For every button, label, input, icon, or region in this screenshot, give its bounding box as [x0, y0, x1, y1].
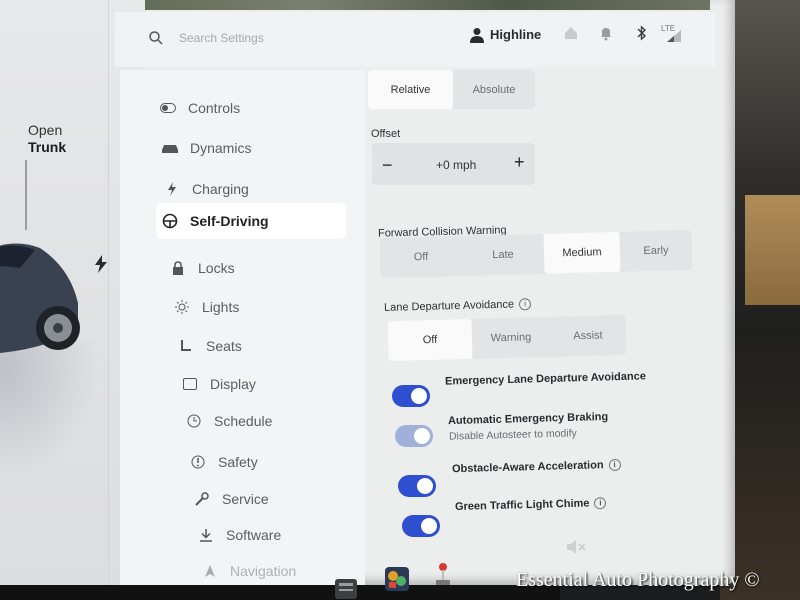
sidebar-item-lights[interactable]: Lights	[168, 290, 368, 324]
emergency-lane-departure-toggle[interactable]	[392, 385, 430, 407]
info-icon[interactable]: i	[594, 497, 607, 510]
fcw-medium[interactable]: Medium	[543, 231, 621, 274]
green-light-chime-label-wrapper: Green Traffic Light Chime i	[455, 497, 607, 513]
joystick-app-icon[interactable]	[434, 562, 452, 586]
info-icon[interactable]: i	[608, 458, 621, 472]
offset-increase-button[interactable]: +	[514, 152, 525, 173]
calculator-app-icon[interactable]	[334, 578, 358, 600]
speed-mode-selector: Relative Absolute	[368, 70, 535, 109]
sidebar-item-label: Charging	[192, 181, 249, 197]
car-icon	[156, 142, 184, 154]
obstacle-aware-acceleration-toggle[interactable]	[398, 475, 436, 497]
download-icon	[192, 528, 220, 542]
sidebar-item-self-driving[interactable]: Self-Driving	[156, 203, 346, 239]
profile-icon[interactable]	[470, 27, 484, 43]
offset-value: +0 mph	[436, 158, 477, 172]
photographer-watermark: Essential Auto Photography ©	[516, 569, 760, 591]
automatic-emergency-braking-label: Automatic Emergency Braking	[447, 410, 609, 428]
lda-label-wrapper: Lane Departure Avoidance i	[383, 298, 532, 314]
sidebar-item-label: Controls	[188, 100, 241, 116]
touchscreen: Open Trunk Search Settings Highline LTE	[0, 0, 735, 585]
sidebar-item-dynamics[interactable]: Dynamics	[156, 131, 356, 165]
sidebar-item-safety[interactable]: Safety	[184, 445, 384, 479]
car-panel-divider	[108, 0, 109, 585]
lock-icon	[164, 261, 192, 275]
fcw-off[interactable]: Off	[380, 236, 463, 278]
obstacle-aware-acceleration-label-wrapper: Obstacle-Aware Acceleration i	[451, 458, 621, 476]
info-icon[interactable]: i	[518, 298, 532, 311]
toybox-app-icon[interactable]	[384, 566, 410, 592]
toggle-icon	[154, 103, 182, 113]
sidebar-item-controls[interactable]: Controls	[154, 91, 354, 125]
offset-decrease-button[interactable]: −	[382, 155, 393, 176]
lda-selector: Off Warning Assist	[387, 314, 627, 362]
sidebar-item-label: Lights	[202, 299, 240, 315]
seat-icon	[172, 339, 200, 353]
volume-mute-icon[interactable]	[566, 538, 588, 556]
sidebar-item-display[interactable]: Display	[176, 367, 376, 401]
bolt-icon	[158, 182, 186, 196]
map-strip	[110, 0, 710, 10]
offset-label: Offset	[371, 128, 401, 140]
sidebar-item-charging[interactable]: Charging	[158, 172, 358, 206]
steering-wheel-icon	[156, 213, 184, 229]
taskbar	[0, 585, 560, 600]
fcw-selector: Off Late Medium Early	[379, 229, 693, 279]
open-trunk-label-line1: Open	[28, 122, 63, 138]
sidebar-item-label: Safety	[218, 454, 258, 470]
profile-name[interactable]: Highline	[490, 27, 541, 42]
charge-port-icon[interactable]	[94, 255, 108, 278]
lda-off[interactable]: Off	[387, 318, 473, 362]
signal-strength-icon	[667, 30, 681, 42]
bluetooth-icon[interactable]	[634, 25, 650, 41]
search-icon[interactable]	[148, 30, 164, 46]
wrench-icon	[188, 492, 216, 506]
sidebar-item-schedule[interactable]: Schedule	[180, 404, 380, 438]
open-trunk-button[interactable]: Open Trunk	[28, 122, 66, 156]
car-reflection	[0, 340, 100, 480]
green-light-chime-toggle[interactable]	[402, 515, 440, 537]
sidebar-item-locks[interactable]: Locks	[164, 251, 364, 285]
sidebar-item-label: Software	[226, 527, 282, 543]
lda-assist[interactable]: Assist	[549, 315, 626, 357]
sidebar-item-label: Dynamics	[190, 140, 252, 156]
sidebar-item-navigation[interactable]: Navigation	[196, 554, 396, 585]
fcw-early[interactable]: Early	[619, 230, 692, 272]
sidebar-item-label: Schedule	[214, 413, 273, 429]
lda-warning[interactable]: Warning	[471, 317, 550, 359]
sidebar-item-label: Seats	[206, 338, 242, 354]
sidebar-item-label: Locks	[198, 260, 235, 276]
emergency-lane-departure-label: Emergency Lane Departure Avoidance	[444, 370, 647, 388]
safety-icon	[184, 455, 212, 469]
automatic-emergency-braking-sublabel: Disable Autosteer to modify	[448, 427, 577, 443]
obstacle-aware-acceleration-label: Obstacle-Aware Acceleration	[451, 459, 604, 476]
display-icon	[176, 378, 204, 390]
bell-icon[interactable]	[598, 25, 614, 41]
sidebar-item-label: Service	[222, 491, 269, 507]
sidebar-item-software[interactable]: Software	[192, 518, 392, 552]
speed-mode-relative[interactable]: Relative	[368, 70, 453, 109]
wood-trim	[745, 195, 800, 305]
automatic-emergency-braking-toggle[interactable]	[395, 425, 433, 447]
sun-icon	[168, 300, 196, 314]
sidebar-item-label: Self-Driving	[190, 213, 269, 229]
car-render-image	[0, 243, 80, 353]
lda-label: Lane Departure Avoidance	[383, 298, 515, 314]
open-trunk-label-line2: Trunk	[28, 139, 67, 155]
green-light-chime-label: Green Traffic Light Chime	[454, 497, 590, 513]
trunk-pointer-line	[25, 160, 27, 230]
speed-mode-absolute[interactable]: Absolute	[453, 70, 535, 109]
sidebar-item-label: Navigation	[230, 563, 297, 579]
fcw-late[interactable]: Late	[462, 234, 545, 276]
sidebar-item-service[interactable]: Service	[188, 482, 388, 516]
search-input[interactable]: Search Settings	[179, 31, 264, 45]
sidebar-item-seats[interactable]: Seats	[172, 329, 372, 363]
navigation-icon	[196, 565, 224, 577]
homelink-icon[interactable]	[563, 25, 579, 41]
clock-icon	[180, 414, 208, 428]
sidebar-item-label: Display	[210, 376, 256, 392]
